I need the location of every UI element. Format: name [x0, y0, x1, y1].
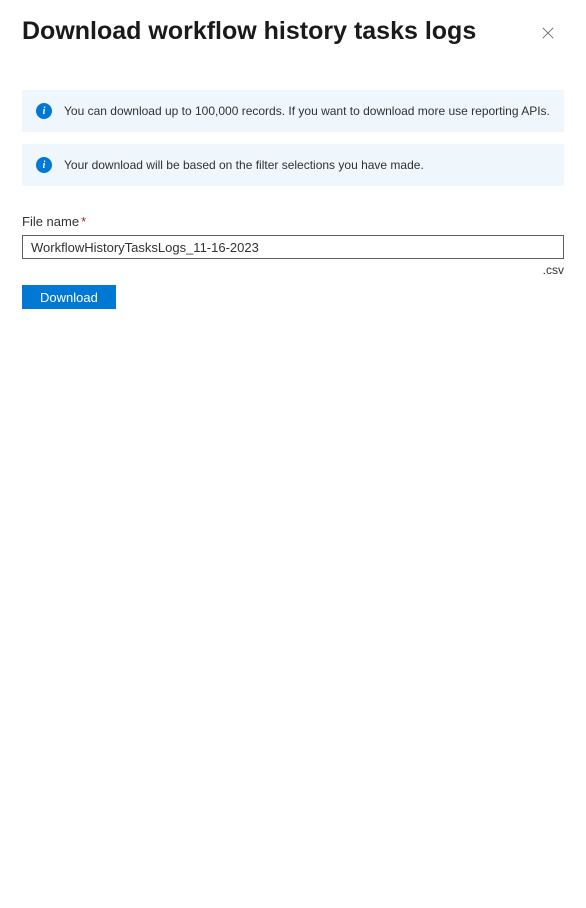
info-icon: i	[36, 157, 52, 173]
close-icon	[541, 26, 555, 43]
close-button[interactable]	[532, 18, 564, 50]
panel-title: Download workflow history tasks logs	[22, 16, 476, 46]
info-message-records: i You can download up to 100,000 records…	[22, 90, 564, 132]
panel-header: Download workflow history tasks logs	[22, 16, 564, 50]
file-extension-label: .csv	[22, 263, 564, 277]
info-text: Your download will be based on the filte…	[64, 158, 424, 172]
form-section: File name* .csv Download	[22, 214, 564, 309]
file-name-label: File name*	[22, 214, 564, 229]
info-message-filter: i Your download will be based on the fil…	[22, 144, 564, 186]
info-text: You can download up to 100,000 records. …	[64, 104, 550, 118]
file-name-input[interactable]	[22, 235, 564, 259]
download-panel: Download workflow history tasks logs i Y…	[0, 0, 586, 908]
download-button[interactable]: Download	[22, 285, 116, 309]
info-icon: i	[36, 103, 52, 119]
required-indicator: *	[81, 214, 86, 229]
